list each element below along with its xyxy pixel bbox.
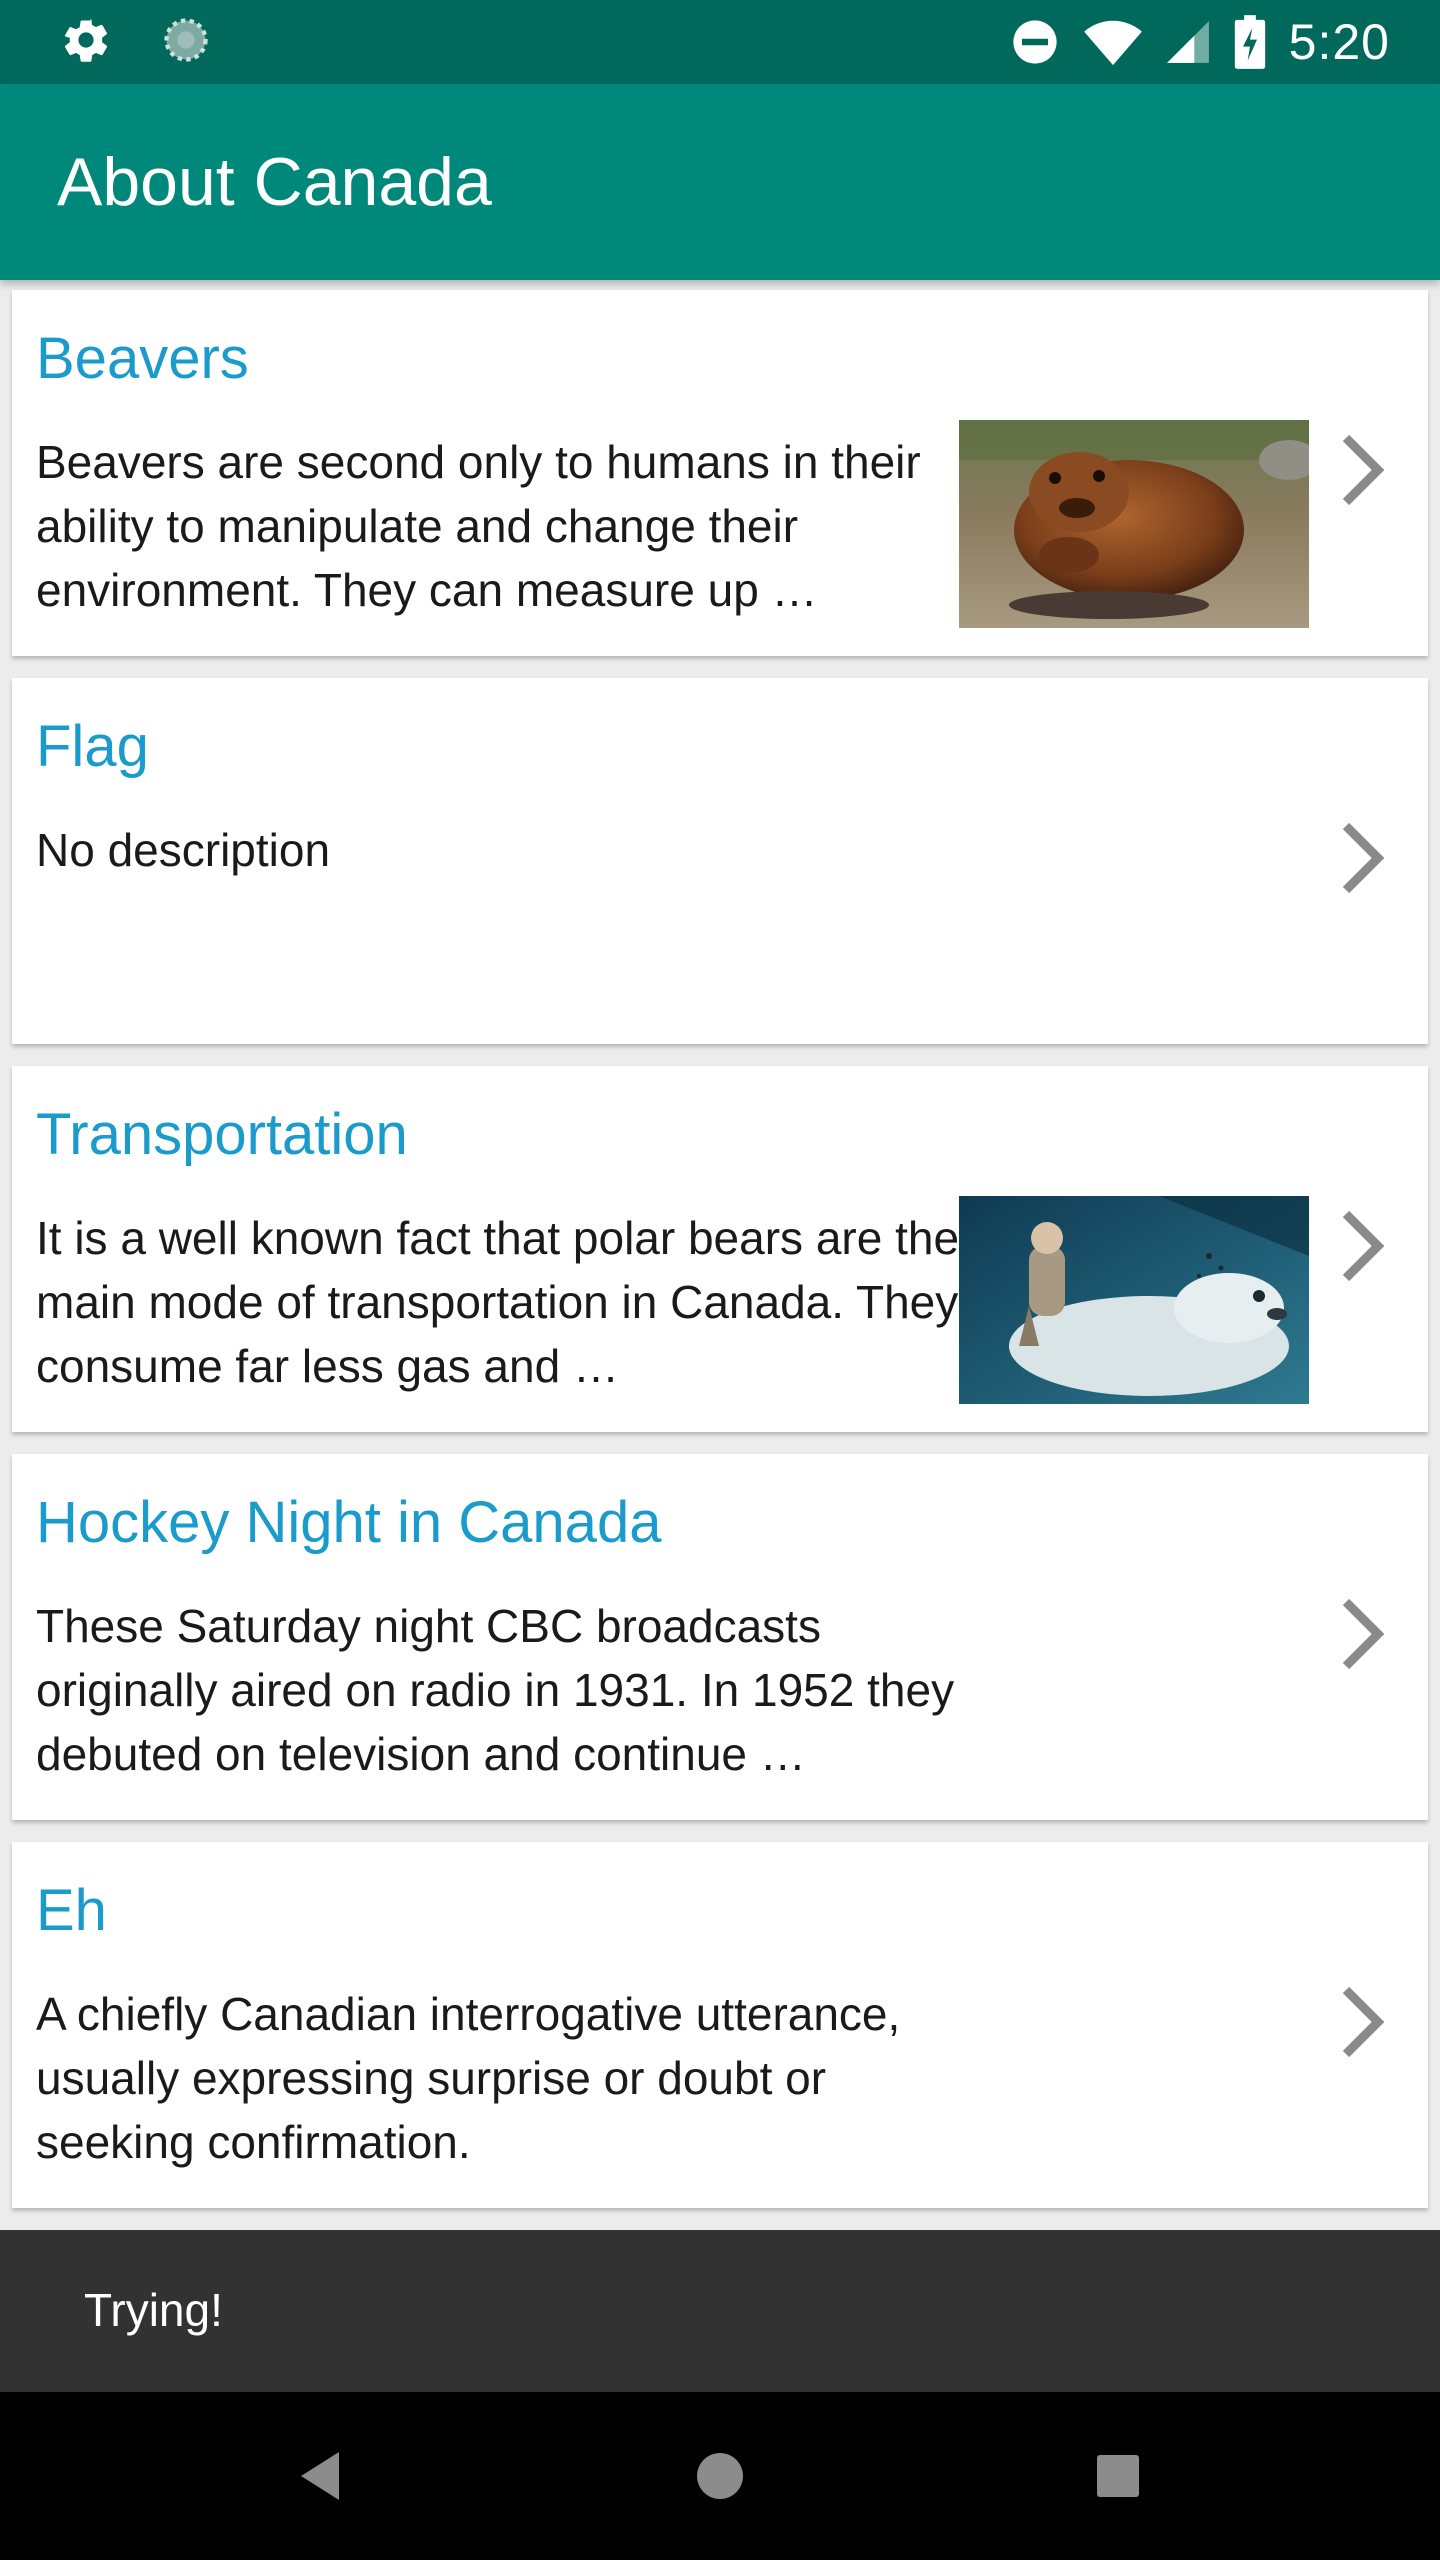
navigation-bar xyxy=(0,2392,1440,2560)
recents-icon[interactable] xyxy=(1078,2436,1158,2516)
app-bar: About Canada xyxy=(0,84,1440,280)
cell-signal-icon xyxy=(1165,16,1211,68)
status-time: 5:20 xyxy=(1288,14,1390,70)
card-description: Beavers are second only to humans in the… xyxy=(36,436,921,616)
facts-list[interactable]: Beavers Beavers are second only to human… xyxy=(0,280,1440,2230)
card-title: Transportation xyxy=(36,1102,408,1167)
beaver-image xyxy=(959,420,1309,628)
do-not-disturb-icon xyxy=(1009,16,1061,68)
chevron-right-icon xyxy=(1334,818,1390,898)
chevron-right-icon xyxy=(1334,1594,1390,1674)
gear-icon xyxy=(60,14,112,66)
snackbar: Trying! xyxy=(0,2230,1440,2392)
sync-icon xyxy=(160,14,212,66)
polar-bear-image xyxy=(959,1196,1309,1404)
card-description: No description xyxy=(36,824,331,876)
battery-charging-icon xyxy=(1233,14,1267,70)
list-item-hockey-night-in-canada[interactable]: Hockey Night in Canada These Saturday ni… xyxy=(12,1454,1428,1820)
status-bar: 5:20 xyxy=(0,0,1440,84)
wifi-icon xyxy=(1083,16,1143,68)
snackbar-message: Trying! xyxy=(84,2284,223,2336)
home-icon[interactable] xyxy=(680,2436,760,2516)
card-title: Flag xyxy=(36,714,149,779)
chevron-right-icon xyxy=(1334,1982,1390,2062)
back-icon[interactable] xyxy=(280,2436,360,2516)
card-description: These Saturday night CBC broadcasts orig… xyxy=(36,1600,955,1780)
card-title: Hockey Night in Canada xyxy=(36,1490,662,1555)
card-title: Eh xyxy=(36,1878,107,1943)
card-title: Beavers xyxy=(36,326,249,391)
card-description: A chiefly Canadian interrogative utteran… xyxy=(36,1988,901,2168)
list-item-eh[interactable]: Eh A chiefly Canadian interrogative utte… xyxy=(12,1842,1428,2208)
page-title: About Canada xyxy=(57,144,492,220)
chevron-right-icon xyxy=(1334,1206,1390,1286)
card-description: It is a well known fact that polar bears… xyxy=(36,1212,960,1392)
chevron-right-icon xyxy=(1334,430,1390,510)
list-item-transportation[interactable]: Transportation It is a well known fact t… xyxy=(12,1066,1428,1432)
list-item-beavers[interactable]: Beavers Beavers are second only to human… xyxy=(12,290,1428,656)
list-item-flag[interactable]: Flag No description xyxy=(12,678,1428,1044)
